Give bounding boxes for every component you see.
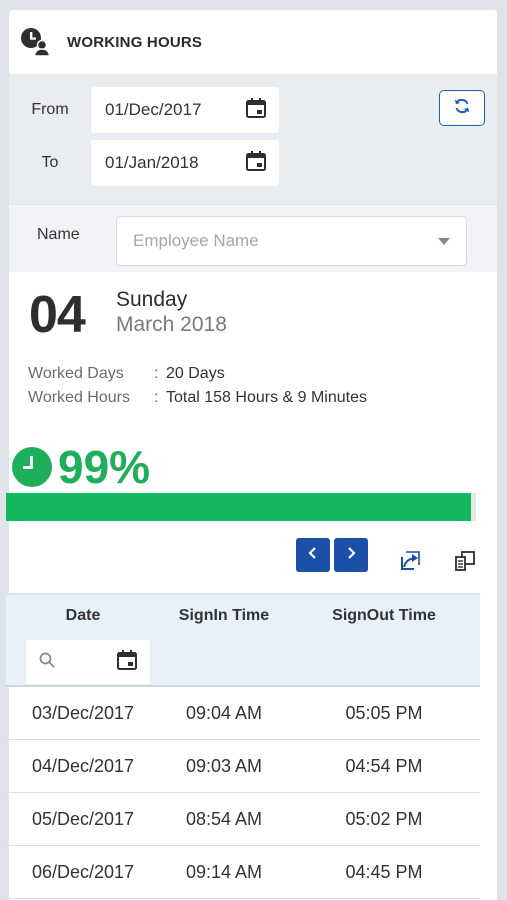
calendar-icon[interactable] <box>116 649 138 676</box>
employee-name-placeholder: Employee Name <box>133 231 259 250</box>
table-row[interactable]: 05/Dec/2017 08:54 AM 05:02 PM <box>6 793 480 846</box>
export-button[interactable] <box>395 548 425 578</box>
table-header: Date SignIn Time SignOut Time <box>6 593 480 637</box>
from-date-value: 01/Dec/2017 <box>105 100 202 119</box>
column-header-signin[interactable]: SignIn Time <box>160 607 288 625</box>
signout-cell: 04:45 PM <box>345 861 423 882</box>
worked-days-label: Worked Days <box>28 365 124 382</box>
columns-icon <box>453 549 477 578</box>
export-icon <box>398 549 422 578</box>
name-filter-row: Name Employee Name <box>9 204 497 272</box>
date-cell: 06/Dec/2017 <box>31 861 135 882</box>
calendar-icon[interactable] <box>245 150 267 177</box>
date-cell: 05/Dec/2017 <box>31 808 135 829</box>
attendance-progress-bar <box>6 493 476 521</box>
page-title: WORKING HOURS <box>67 33 203 51</box>
chevron-left-icon <box>306 546 320 565</box>
table-row[interactable]: 06/Dec/2017 09:14 AM 04:45 PM <box>6 846 480 899</box>
column-header-date[interactable]: Date <box>6 607 160 625</box>
to-date-value: 01/Jan/2018 <box>105 153 199 172</box>
from-label: From <box>31 101 69 118</box>
separator-colon: : <box>154 365 159 382</box>
name-label: Name <box>37 226 80 243</box>
table-row[interactable]: 04/Dec/2017 09:03 AM 04:54 PM <box>6 740 480 793</box>
date-filter-input[interactable] <box>26 640 150 684</box>
search-icon <box>38 651 56 674</box>
employee-name-select[interactable]: Employee Name <box>116 216 467 266</box>
to-label: To <box>41 154 59 171</box>
from-date-input[interactable]: 01/Dec/2017 <box>91 87 279 133</box>
to-date-input[interactable]: 01/Jan/2018 <box>91 140 279 186</box>
refresh-icon <box>453 97 471 120</box>
card-header: WORKING HOURS <box>9 10 497 74</box>
progress-fill <box>6 493 472 521</box>
worked-hours-value: Total 158 Hours & 9 Minutes <box>166 389 367 406</box>
date-cell: 04/Dec/2017 <box>31 755 135 776</box>
to-row: To 01/Jan/2018 <box>9 140 279 186</box>
worked-hours-row: Worked Hours : Total 158 Hours & 9 Minut… <box>28 386 367 410</box>
signin-cell: 09:14 AM <box>185 861 263 882</box>
table-filter-row <box>6 637 480 687</box>
worked-days-value: 20 Days <box>166 365 225 382</box>
signout-cell: 05:05 PM <box>345 702 423 723</box>
clock-user-icon <box>17 24 53 60</box>
signin-cell: 09:04 AM <box>185 702 263 723</box>
chevron-down-icon <box>438 237 450 245</box>
work-stats: Worked Days : 20 Days Worked Hours : Tot… <box>28 362 367 410</box>
day-number: 04 <box>29 286 86 344</box>
date-filters: From 01/Dec/2017 To 01/Jan/2018 <box>9 74 497 204</box>
attendance-percentage: 99% <box>12 440 150 494</box>
calendar-icon[interactable] <box>245 97 267 124</box>
signout-cell: 05:02 PM <box>345 808 423 829</box>
chevron-right-icon <box>344 546 358 565</box>
date-cell: 03/Dec/2017 <box>31 702 135 723</box>
column-header-signout[interactable]: SignOut Time <box>288 607 480 625</box>
percentage-value: 99% <box>58 441 151 493</box>
working-hours-table: Date SignIn Time SignOut Time 03/Dec/201… <box>6 593 480 899</box>
previous-button[interactable] <box>296 538 330 572</box>
signin-cell: 08:54 AM <box>185 808 263 829</box>
columns-button[interactable] <box>450 548 480 578</box>
signout-cell: 04:54 PM <box>345 755 423 776</box>
clock-icon <box>12 447 52 487</box>
month-year: March 2018 <box>116 313 227 336</box>
pagination <box>296 538 368 572</box>
table-row[interactable]: 03/Dec/2017 09:04 AM 05:05 PM <box>6 687 480 740</box>
refresh-button[interactable] <box>439 90 485 126</box>
signin-cell: 09:03 AM <box>185 755 263 776</box>
worked-days-row: Worked Days : 20 Days <box>28 362 367 386</box>
next-button[interactable] <box>334 538 368 572</box>
worked-hours-label: Worked Hours <box>28 389 130 406</box>
separator-colon: : <box>154 389 159 406</box>
from-row: From 01/Dec/2017 <box>9 87 279 133</box>
day-name: Sunday <box>116 288 188 311</box>
